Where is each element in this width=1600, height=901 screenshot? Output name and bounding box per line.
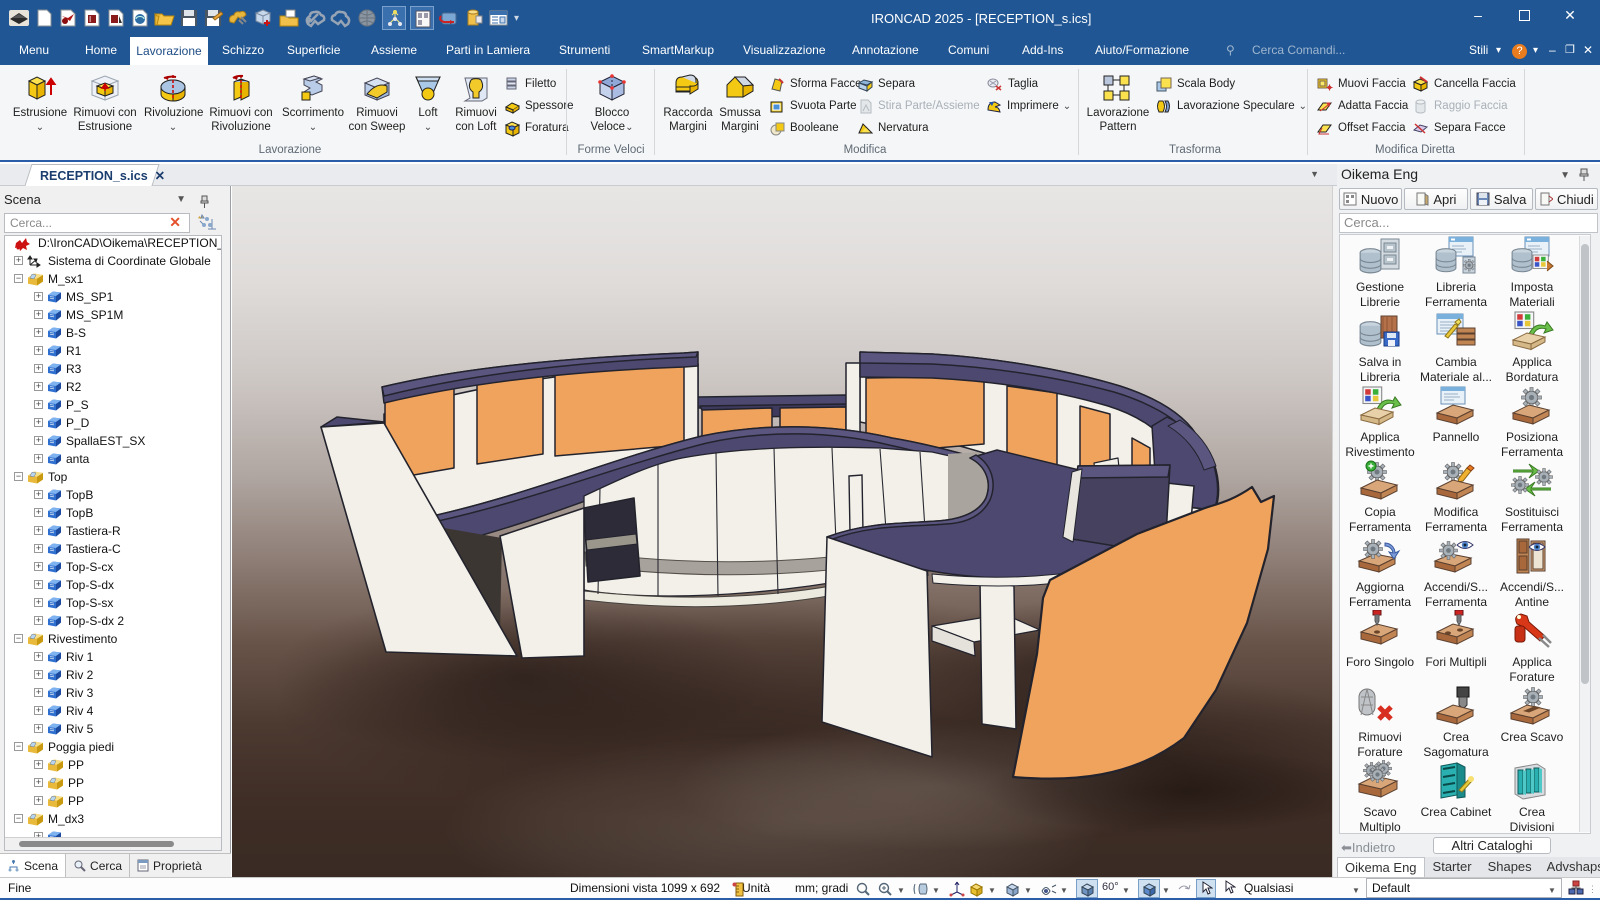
svg-text:*: *	[198, 215, 201, 224]
svg-text:I: I	[89, 15, 91, 24]
